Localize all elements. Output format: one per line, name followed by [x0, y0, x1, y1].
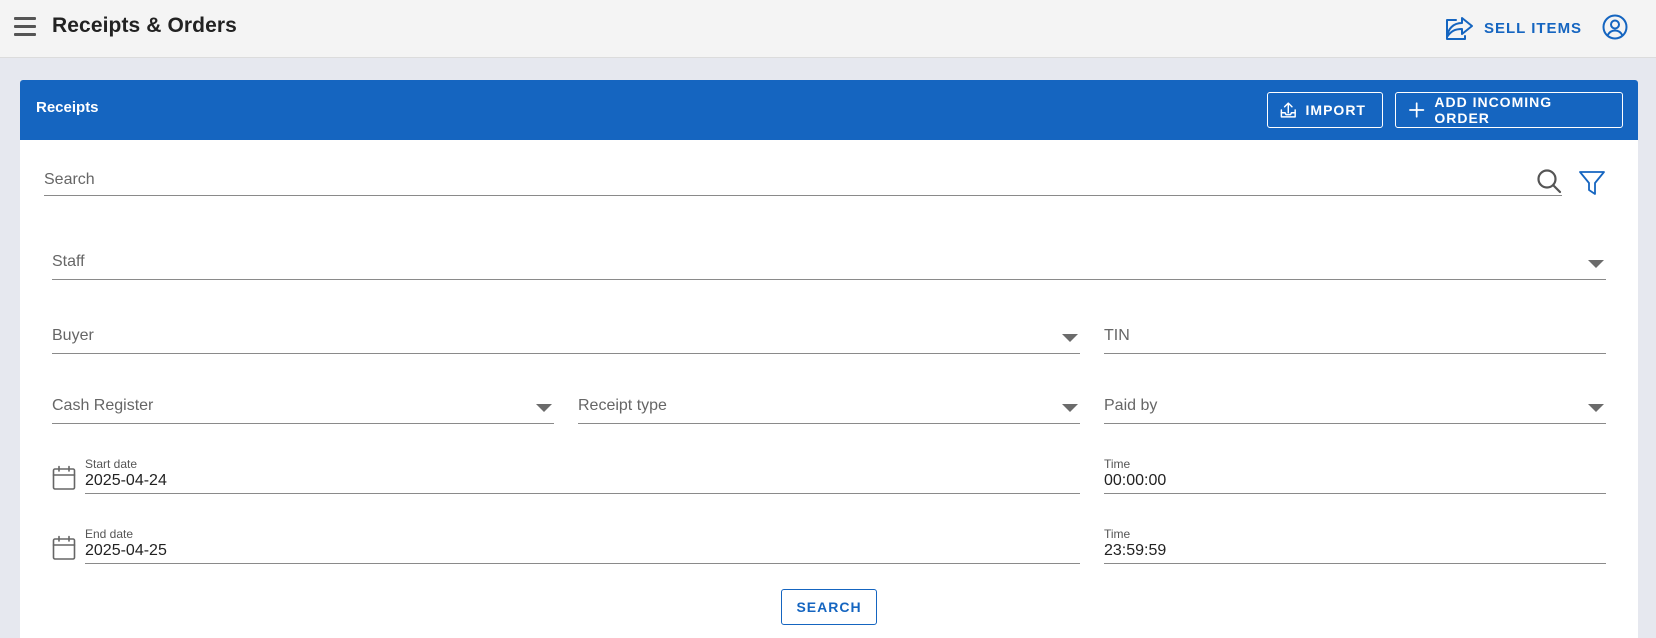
add-incoming-order-label: ADD INCOMING ORDER — [1434, 94, 1553, 126]
start-date-label: Start date — [85, 457, 138, 471]
receipt-type-select[interactable]: Receipt type — [578, 388, 1080, 424]
start-time-value[interactable]: 00:00:00 — [1104, 472, 1166, 490]
top-app-bar: Receipts & Orders SELL ITEMS — [0, 0, 1656, 58]
plus-icon — [1409, 102, 1425, 118]
dropdown-arrow-icon[interactable] — [1588, 260, 1604, 268]
start-time-label: Time — [1104, 457, 1131, 471]
end-date-label: End date — [85, 527, 134, 541]
buyer-label: Buyer — [52, 327, 94, 344]
calendar-icon[interactable] — [52, 465, 76, 491]
sell-items-label: SELL ITEMS — [1484, 19, 1583, 37]
paid-by-select[interactable]: Paid by — [1104, 388, 1606, 424]
end-time-label: Time — [1104, 527, 1131, 541]
card-header: Receipts IMPORT ADD INCOMING ORDER — [20, 80, 1638, 140]
staff-select[interactable]: Staff — [52, 244, 1606, 280]
cash-register-select[interactable]: Cash Register — [52, 388, 554, 424]
import-button[interactable]: IMPORT — [1267, 92, 1383, 128]
search-field — [44, 160, 1562, 196]
end-date-field[interactable]: End date 2025-04-25 — [85, 527, 1080, 564]
dropdown-arrow-icon[interactable] — [1588, 404, 1604, 412]
add-incoming-order-button[interactable]: ADD INCOMING ORDER — [1395, 92, 1623, 128]
end-date-value[interactable]: 2025-04-25 — [85, 542, 167, 560]
sell-arrow-icon — [1446, 17, 1473, 40]
calendar-icon[interactable] — [52, 535, 76, 561]
receipt-type-label: Receipt type — [578, 397, 667, 414]
app-title: Receipts & Orders — [52, 14, 237, 37]
filter-icon[interactable] — [1578, 169, 1606, 197]
account-circle-icon[interactable] — [1602, 14, 1628, 40]
search-icon[interactable] — [1536, 168, 1562, 194]
end-time-value[interactable]: 23:59:59 — [1104, 542, 1166, 560]
menu-icon[interactable] — [14, 17, 38, 37]
dropdown-arrow-icon[interactable] — [1062, 334, 1078, 342]
end-time-field[interactable]: Time 23:59:59 — [1104, 527, 1606, 564]
import-label: IMPORT — [1305, 102, 1366, 118]
tin-input[interactable]: TIN — [1104, 318, 1606, 354]
staff-label: Staff — [52, 253, 85, 270]
buyer-select[interactable]: Buyer — [52, 318, 1080, 354]
dropdown-arrow-icon[interactable] — [1062, 404, 1078, 412]
search-input[interactable] — [44, 160, 1504, 194]
start-date-field[interactable]: Start date 2025-04-24 — [85, 457, 1080, 494]
start-time-field[interactable]: Time 00:00:00 — [1104, 457, 1606, 494]
dropdown-arrow-icon[interactable] — [536, 404, 552, 412]
start-date-value[interactable]: 2025-04-24 — [85, 472, 167, 490]
cash-register-label: Cash Register — [52, 397, 154, 414]
upload-icon — [1280, 102, 1296, 118]
search-button[interactable]: SEARCH — [781, 589, 877, 625]
paid-by-label: Paid by — [1104, 397, 1158, 414]
tin-label: TIN — [1104, 327, 1130, 344]
card-title: Receipts — [36, 99, 99, 116]
sell-items-button[interactable]: SELL ITEMS — [1444, 13, 1582, 43]
